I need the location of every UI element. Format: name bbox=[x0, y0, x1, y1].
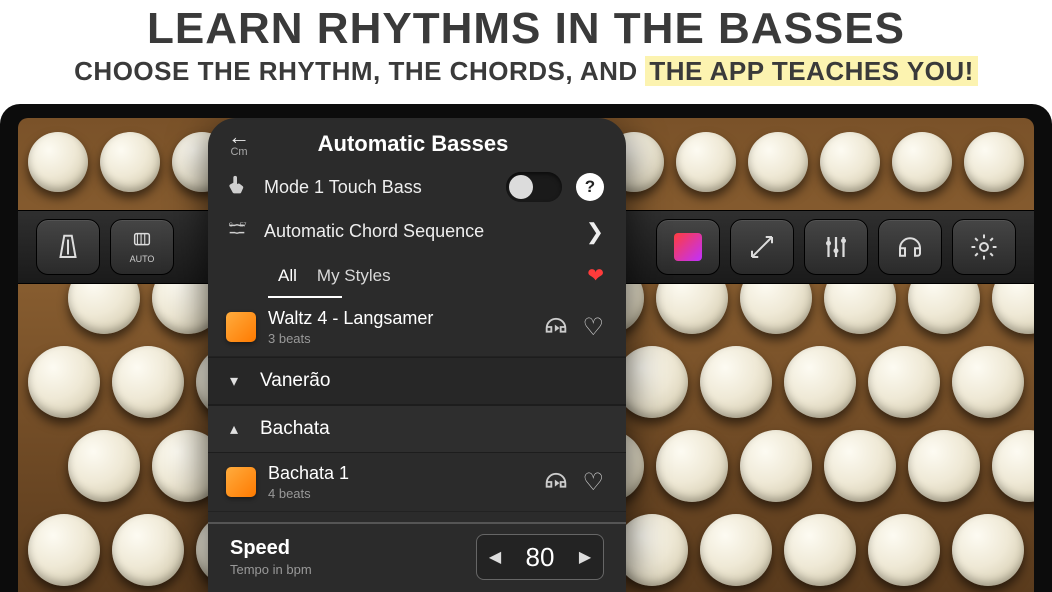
headset-icon bbox=[895, 232, 925, 262]
accordion-button[interactable] bbox=[112, 346, 184, 418]
auto-bass-button[interactable]: AUTO bbox=[110, 219, 174, 275]
accordion-button[interactable] bbox=[892, 132, 952, 192]
accordion-button[interactable] bbox=[908, 430, 980, 502]
metronome-button[interactable] bbox=[36, 219, 100, 275]
chord-sequence-icon: G E7 bbox=[224, 218, 250, 245]
auto-chord-sequence-row[interactable]: G E7 Automatic Chord Sequence ❯ bbox=[208, 210, 626, 253]
svg-text:G: G bbox=[229, 222, 233, 228]
instrument-skin-button[interactable] bbox=[656, 219, 720, 275]
accordion-button[interactable] bbox=[824, 430, 896, 502]
accordion-button[interactable] bbox=[784, 514, 856, 586]
promo-banner: LEARN RHYTHMS IN THE BASSES CHOOSE THE R… bbox=[0, 0, 1052, 104]
skin-icon bbox=[674, 233, 702, 261]
accordion-button[interactable] bbox=[868, 514, 940, 586]
tab-my-styles[interactable]: My Styles bbox=[307, 260, 401, 296]
svg-text:E7: E7 bbox=[240, 222, 247, 228]
style-icon bbox=[226, 312, 256, 342]
style-title: Bachata 1 bbox=[268, 463, 530, 484]
chevron-right-icon: ❯ bbox=[586, 219, 604, 245]
back-button[interactable]: ← Cm bbox=[222, 130, 256, 158]
accordion-button[interactable] bbox=[748, 132, 808, 192]
bpm-decrement[interactable]: ◀ bbox=[477, 547, 513, 567]
favorite-button[interactable]: ♡ bbox=[582, 313, 604, 342]
sliders-icon bbox=[821, 232, 851, 262]
metronome-icon bbox=[53, 232, 83, 262]
speed-sublabel: Tempo in bpm bbox=[230, 562, 312, 577]
group-label: Vanerão bbox=[260, 370, 330, 392]
favorites-filter[interactable]: ❤ bbox=[575, 257, 604, 298]
mode-touch-toggle[interactable] bbox=[506, 172, 562, 202]
mixer-button[interactable] bbox=[804, 219, 868, 275]
accordion-button[interactable] bbox=[952, 514, 1024, 586]
accordion-button[interactable] bbox=[700, 514, 772, 586]
accordion-button[interactable] bbox=[28, 346, 100, 418]
help-button[interactable]: ? bbox=[576, 173, 604, 201]
accordion-button[interactable] bbox=[112, 514, 184, 586]
accordion-button[interactable] bbox=[28, 132, 88, 192]
accordion-button[interactable] bbox=[68, 430, 140, 502]
mode-touch-bass-row: Mode 1 Touch Bass ? bbox=[208, 164, 626, 210]
auto-label: AUTO bbox=[130, 254, 155, 264]
chevron-down-icon: ▾ bbox=[230, 371, 248, 391]
accordion-button[interactable] bbox=[700, 346, 772, 418]
accordion-button[interactable] bbox=[964, 132, 1024, 192]
group-vanerao[interactable]: ▾ Vanerão bbox=[208, 357, 626, 405]
accordion-button[interactable] bbox=[992, 430, 1034, 502]
accordion-button[interactable] bbox=[616, 346, 688, 418]
chevron-up-icon: ▴ bbox=[230, 419, 248, 439]
style-subtitle: 3 beats bbox=[268, 331, 530, 346]
accordion-button[interactable] bbox=[100, 132, 160, 192]
app-screen: AUTO ← Cm bbox=[18, 118, 1034, 592]
accordion-button[interactable] bbox=[656, 430, 728, 502]
style-subtitle: 4 beats bbox=[268, 486, 530, 501]
group-label: Bachata bbox=[260, 418, 330, 440]
accordion-button[interactable] bbox=[676, 132, 736, 192]
bpm-increment[interactable]: ▶ bbox=[567, 547, 603, 567]
accordion-button[interactable] bbox=[616, 514, 688, 586]
accordion-button[interactable] bbox=[820, 132, 880, 192]
gear-icon bbox=[969, 232, 999, 262]
style-icon bbox=[226, 467, 256, 497]
resize-icon bbox=[747, 232, 777, 262]
auto-chord-label: Automatic Chord Sequence bbox=[264, 221, 572, 242]
accordion-button[interactable] bbox=[868, 346, 940, 418]
speed-control: Speed Tempo in bpm ◀ 80 ▶ bbox=[208, 522, 626, 592]
back-arrow-icon: ← bbox=[222, 130, 256, 144]
accordion-button[interactable] bbox=[952, 346, 1024, 418]
favorite-button[interactable]: ♡ bbox=[582, 468, 604, 497]
promo-subline: CHOOSE THE RHYTHM, THE CHORDS, AND THE A… bbox=[0, 56, 1052, 87]
support-button[interactable] bbox=[878, 219, 942, 275]
style-item-bachata1[interactable]: Bachata 1 4 beats ♡ bbox=[208, 453, 626, 512]
group-bachata[interactable]: ▴ Bachata bbox=[208, 405, 626, 453]
settings-button[interactable] bbox=[952, 219, 1016, 275]
mode-touch-label: Mode 1 Touch Bass bbox=[264, 177, 492, 198]
touch-icon bbox=[224, 174, 250, 201]
bpm-stepper: ◀ 80 ▶ bbox=[476, 534, 604, 580]
style-item-waltz4[interactable]: Waltz 4 - Langsamer 3 beats ♡ bbox=[208, 298, 626, 357]
tab-all[interactable]: All bbox=[268, 260, 307, 296]
panel-title: Automatic Basses bbox=[266, 131, 560, 157]
style-title: Waltz 4 - Langsamer bbox=[268, 308, 530, 329]
automatic-basses-panel: ← Cm Automatic Basses Mode 1 Touch Bass … bbox=[208, 118, 626, 592]
style-tabs: All My Styles ❤ bbox=[208, 253, 626, 298]
preview-button[interactable] bbox=[542, 313, 570, 341]
resize-button[interactable] bbox=[730, 219, 794, 275]
bpm-value[interactable]: 80 bbox=[513, 542, 567, 573]
speed-label: Speed bbox=[230, 537, 312, 560]
device-frame: AUTO ← Cm bbox=[0, 104, 1052, 592]
accordion-button[interactable] bbox=[740, 430, 812, 502]
accordion-icon bbox=[131, 230, 153, 252]
promo-headline: LEARN RHYTHMS IN THE BASSES bbox=[0, 4, 1052, 54]
preview-button[interactable] bbox=[542, 468, 570, 496]
accordion-button[interactable] bbox=[28, 514, 100, 586]
accordion-button[interactable] bbox=[784, 346, 856, 418]
